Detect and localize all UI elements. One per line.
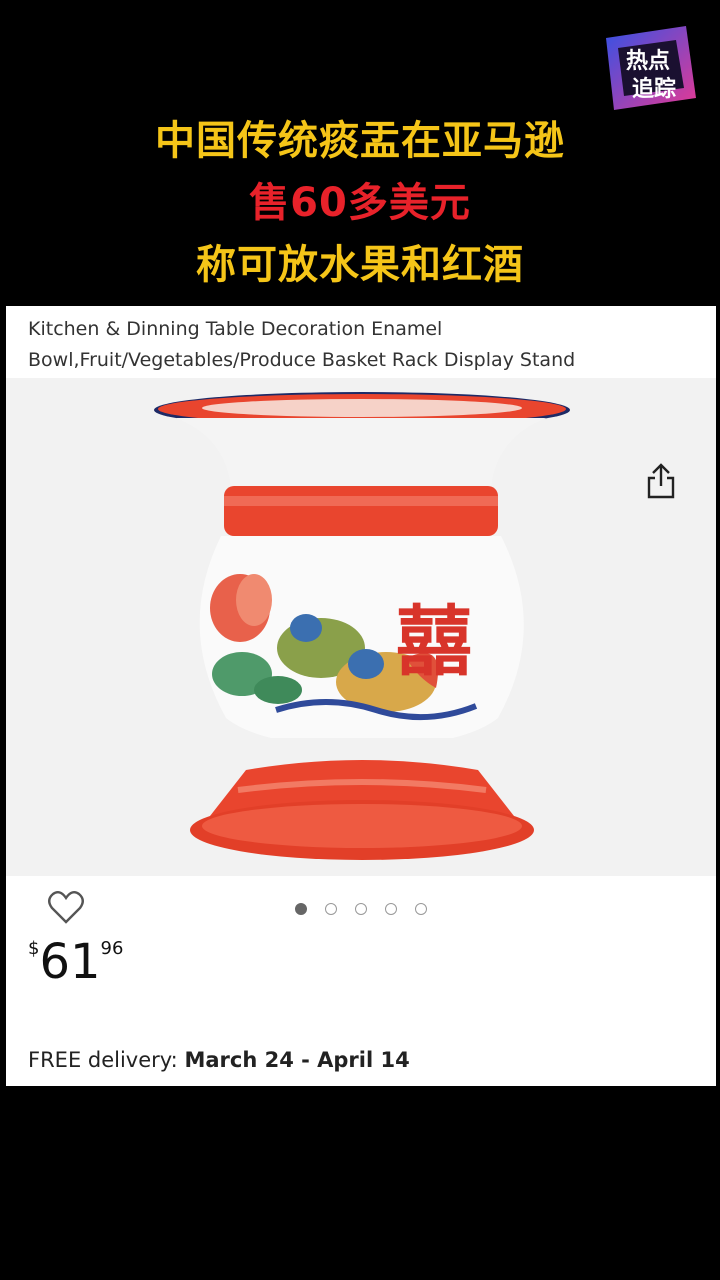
- logo-bottom-text: 追踪: [632, 76, 676, 102]
- product-price: $6196: [28, 934, 123, 990]
- spittoon-illustration: 囍: [154, 392, 570, 860]
- headline-line-3: 称可放水果和红酒: [196, 242, 524, 288]
- price-currency: $: [28, 938, 40, 959]
- product-title[interactable]: Kitchen & Dinning Table Decoration Ename…: [28, 314, 698, 376]
- product-image[interactable]: 囍: [6, 378, 716, 924]
- price-fraction: 96: [100, 938, 124, 959]
- logo-top-text: 热点: [626, 48, 670, 74]
- product-card: Kitchen & Dinning Table Decoration Ename…: [6, 306, 716, 1086]
- headline-line-2: 售60多美元: [249, 180, 471, 226]
- double-happiness-mark: 囍: [396, 597, 472, 686]
- share-icon[interactable]: [646, 462, 676, 500]
- delivery-info: FREE delivery: March 24 - April 14: [28, 1048, 410, 1072]
- pagination-dot[interactable]: [355, 903, 367, 915]
- pagination-dot[interactable]: [415, 903, 427, 915]
- delivery-label: FREE delivery:: [28, 1048, 178, 1072]
- pagination-dot[interactable]: [385, 903, 397, 915]
- pagination-dot[interactable]: [295, 903, 307, 915]
- delivery-dates: March 24 - April 14: [184, 1048, 410, 1072]
- channel-logo: 热点 追踪: [606, 26, 696, 110]
- pagination-dot[interactable]: [325, 903, 337, 915]
- image-pagination[interactable]: [6, 900, 716, 919]
- price-whole: 61: [39, 934, 101, 990]
